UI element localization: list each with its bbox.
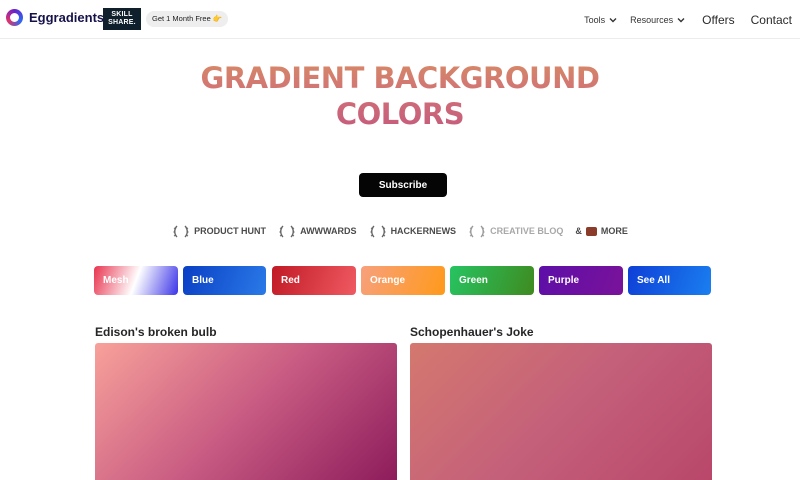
gradient-title[interactable]: Edison's broken bulb	[95, 325, 217, 339]
laurel-icon	[469, 225, 485, 238]
category-orange[interactable]: Orange	[361, 266, 445, 295]
featured-in-row: PRODUCT HUNT AWWWARDS HACKERNEWS CREATIV…	[0, 224, 800, 238]
brick-icon	[585, 226, 597, 236]
press-label: AWWWARDS	[300, 226, 357, 236]
category-purple[interactable]: Purple	[539, 266, 623, 295]
top-navbar: Eggradients SKILL SHARE. Get 1 Month Fre…	[0, 0, 800, 39]
category-mesh[interactable]: Mesh	[94, 266, 178, 295]
skillshare-line-2: SHARE.	[108, 19, 136, 26]
brand-logo[interactable]: Eggradients	[6, 9, 104, 26]
press-hackernews[interactable]: HACKERNEWS	[369, 224, 457, 238]
laurel-icon	[370, 225, 386, 238]
nav-contact[interactable]: Contact	[751, 13, 792, 27]
chevron-down-icon	[609, 17, 617, 22]
press-creative-bloq[interactable]: CREATIVE BLOQ	[468, 224, 563, 238]
press-more[interactable]: & MORE	[575, 226, 628, 236]
press-label: HACKERNEWS	[390, 226, 457, 236]
skillshare-logo[interactable]: SKILL SHARE.	[103, 8, 141, 30]
category-red[interactable]: Red	[272, 266, 356, 295]
nav-tools-label: Tools	[584, 14, 606, 25]
gradient-title[interactable]: Schopenhauer's Joke	[410, 325, 534, 339]
nav-tools[interactable]: Tools	[584, 15, 618, 25]
subscribe-button[interactable]: Subscribe	[359, 173, 447, 197]
brand-name: Eggradients	[29, 10, 105, 25]
laurel-icon	[279, 225, 295, 238]
nav-resources-label: Resources	[630, 14, 674, 25]
egg-logo-icon	[6, 9, 23, 26]
gradient-swatch[interactable]	[410, 343, 712, 480]
press-awwwards[interactable]: AWWWARDS	[278, 224, 357, 238]
gradient-swatch[interactable]	[95, 343, 397, 480]
category-green[interactable]: Green	[450, 266, 534, 295]
promo-badge[interactable]: Get 1 Month Free 👉	[146, 11, 229, 27]
chevron-down-icon	[677, 17, 685, 22]
press-more-label: MORE	[600, 226, 628, 236]
nav-offers[interactable]: Offers	[702, 13, 734, 27]
press-more-prefix: &	[575, 226, 582, 236]
category-see-all[interactable]: See All	[628, 266, 711, 295]
page-title: GRADIENT BACKGROUND COLORS	[200, 61, 600, 131]
laurel-icon	[173, 225, 189, 238]
press-label: PRODUCT HUNT	[194, 226, 267, 236]
press-product-hunt[interactable]: PRODUCT HUNT	[172, 224, 266, 238]
press-label: CREATIVE BLOQ	[490, 226, 564, 236]
skillshare-line-1: SKILL	[111, 11, 133, 18]
nav-resources[interactable]: Resources	[630, 15, 686, 25]
category-blue[interactable]: Blue	[183, 266, 266, 295]
main-nav: Tools Resources Offers Contact	[572, 0, 792, 39]
